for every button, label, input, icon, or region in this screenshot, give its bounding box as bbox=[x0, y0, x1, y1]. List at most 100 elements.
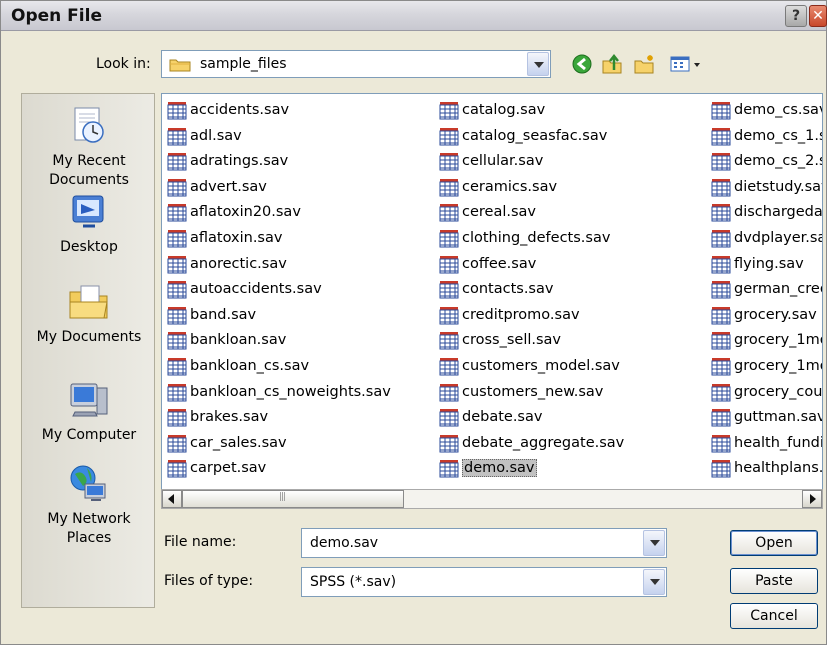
place-network-places[interactable]: My Network Places bbox=[22, 462, 156, 548]
scroll-left-button[interactable] bbox=[162, 490, 182, 508]
file-item[interactable]: clothing_defects.sav bbox=[436, 226, 624, 252]
file-item-label: grocery_1month_sample.sav bbox=[734, 357, 822, 374]
file-type-dropdown-button[interactable] bbox=[643, 569, 665, 595]
file-item-label: carpet.sav bbox=[190, 460, 267, 477]
spss-data-file-icon bbox=[711, 229, 731, 248]
file-list[interactable]: accidents.sav adl.sav adratings.sav advert.… bbox=[161, 93, 823, 493]
file-item[interactable]: band.sav bbox=[164, 303, 391, 329]
spss-data-file-icon bbox=[439, 460, 459, 478]
file-item-label: catalog.sav bbox=[462, 102, 546, 118]
place-my-documents[interactable]: My Documents bbox=[22, 280, 156, 347]
spss-data-file-icon bbox=[167, 460, 187, 478]
file-type-combo[interactable]: SPSS (*.sav) bbox=[301, 567, 667, 597]
file-item-label: cellular.sav bbox=[462, 153, 544, 170]
spss-data-file-icon bbox=[711, 306, 731, 325]
file-item[interactable]: advert.sav bbox=[164, 175, 391, 201]
file-item[interactable]: cross_sell.sav bbox=[436, 328, 624, 354]
spss-data-file-icon bbox=[439, 383, 459, 402]
cancel-button[interactable]: Cancel bbox=[730, 603, 818, 629]
file-item[interactable]: brakes.sav bbox=[164, 405, 391, 431]
spss-data-file-icon bbox=[167, 127, 187, 146]
file-item[interactable]: ceramics.sav bbox=[436, 175, 624, 201]
file-name-label: File name: bbox=[164, 534, 237, 550]
file-item[interactable]: car_sales.sav bbox=[164, 431, 391, 457]
spss-data-file-icon bbox=[167, 102, 187, 120]
look-in-dropdown-button[interactable] bbox=[527, 52, 549, 76]
file-item[interactable]: bankloan_cs.sav bbox=[164, 354, 391, 380]
file-item[interactable]: health_funding.sav bbox=[708, 431, 822, 457]
spss-data-file-icon bbox=[439, 178, 459, 197]
file-item[interactable]: cereal.sav bbox=[436, 200, 624, 226]
file-item[interactable]: german_credit.sav bbox=[708, 277, 822, 303]
file-item[interactable]: customers_model.sav bbox=[436, 354, 624, 380]
paste-button[interactable]: Paste bbox=[730, 568, 818, 594]
view-menu-icon[interactable] bbox=[669, 53, 705, 75]
spss-data-file-icon bbox=[167, 306, 187, 325]
network-places-icon bbox=[70, 465, 106, 501]
file-item[interactable]: autoaccidents.sav bbox=[164, 277, 391, 303]
scroll-thumb[interactable] bbox=[182, 490, 404, 508]
spss-data-file-icon bbox=[167, 153, 187, 171]
file-item[interactable]: catalog.sav bbox=[436, 98, 624, 124]
my-documents-icon bbox=[69, 285, 108, 319]
file-item[interactable]: demo_cs_2.sav bbox=[708, 149, 822, 175]
place-recent-documents[interactable]: My Recent Documents bbox=[22, 104, 156, 190]
close-button[interactable]: ✕ bbox=[809, 5, 827, 27]
desktop-icon bbox=[72, 195, 104, 228]
spss-data-file-icon bbox=[711, 102, 731, 120]
file-item[interactable]: grocery_1month.sav bbox=[708, 328, 822, 354]
file-item[interactable]: debate.sav bbox=[436, 405, 624, 431]
file-item[interactable]: adl.sav bbox=[164, 124, 391, 150]
look-in-combo[interactable]: sample_files bbox=[161, 50, 551, 78]
file-item[interactable]: dietstudy.sav bbox=[708, 175, 822, 201]
file-item[interactable]: catalog_seasfac.sav bbox=[436, 124, 624, 150]
file-name-dropdown-button[interactable] bbox=[643, 530, 665, 556]
file-item-label: cereal.sav bbox=[462, 204, 537, 221]
file-item[interactable]: grocery_coupons.sav bbox=[708, 380, 822, 406]
file-item-selected[interactable]: demo.sav bbox=[436, 456, 624, 482]
file-item[interactable]: aflatoxin20.sav bbox=[164, 200, 391, 226]
file-item[interactable]: accidents.sav bbox=[164, 98, 391, 124]
title-bar[interactable]: Open File ? ✕ bbox=[1, 1, 827, 31]
file-item[interactable]: demo_cs_1.sav bbox=[708, 124, 822, 150]
horizontal-scrollbar[interactable] bbox=[161, 489, 823, 509]
file-item[interactable]: coffee.sav bbox=[436, 252, 624, 278]
file-item[interactable]: grocery.sav bbox=[708, 303, 822, 329]
file-item[interactable]: contacts.sav bbox=[436, 277, 624, 303]
file-item[interactable]: grocery_1month_sample.sav bbox=[708, 354, 822, 380]
file-name-combo[interactable]: demo.sav bbox=[301, 528, 667, 558]
file-name-value[interactable]: demo.sav bbox=[310, 535, 378, 551]
file-item-label: cross_sell.sav bbox=[462, 332, 562, 349]
file-item[interactable]: aflatoxin.sav bbox=[164, 226, 391, 252]
file-item[interactable]: healthplans.sav bbox=[708, 456, 822, 482]
file-item[interactable]: debate_aggregate.sav bbox=[436, 431, 624, 457]
file-item[interactable]: dvdplayer.sav bbox=[708, 226, 822, 252]
file-item[interactable]: bankloan_cs_noweights.sav bbox=[164, 380, 391, 406]
scroll-right-button[interactable] bbox=[802, 490, 822, 508]
file-item[interactable]: guttman.sav bbox=[708, 405, 822, 431]
file-item-label: health_funding.sav bbox=[734, 434, 822, 451]
file-item[interactable]: customers_new.sav bbox=[436, 380, 624, 406]
back-icon[interactable] bbox=[571, 53, 593, 75]
file-item[interactable]: cellular.sav bbox=[436, 149, 624, 175]
file-item[interactable]: carpet.sav bbox=[164, 456, 391, 482]
file-item[interactable]: dischargedata.sav bbox=[708, 200, 822, 226]
file-item[interactable]: flying.sav bbox=[708, 252, 822, 278]
file-item[interactable]: creditpromo.sav bbox=[436, 303, 624, 329]
file-item-label: demo.sav bbox=[462, 459, 537, 478]
file-item-label: grocery_1month.sav bbox=[734, 332, 822, 349]
up-folder-icon[interactable] bbox=[601, 53, 623, 75]
file-item[interactable]: adratings.sav bbox=[164, 149, 391, 175]
place-my-computer[interactable]: My Computer bbox=[22, 378, 156, 445]
file-item-label: flying.sav bbox=[734, 255, 804, 272]
spss-data-file-icon bbox=[711, 460, 731, 478]
help-button[interactable]: ? bbox=[785, 5, 807, 27]
file-item[interactable]: bankloan.sav bbox=[164, 328, 391, 354]
new-folder-icon[interactable] bbox=[633, 53, 655, 75]
file-item[interactable]: demo_cs.sav bbox=[708, 98, 822, 124]
place-desktop[interactable]: Desktop bbox=[22, 190, 156, 257]
file-column-1: accidents.sav adl.sav adratings.sav advert.… bbox=[164, 98, 391, 482]
spss-data-file-icon bbox=[167, 204, 187, 222]
file-item[interactable]: anorectic.sav bbox=[164, 252, 391, 278]
open-button[interactable]: Open bbox=[730, 530, 818, 556]
